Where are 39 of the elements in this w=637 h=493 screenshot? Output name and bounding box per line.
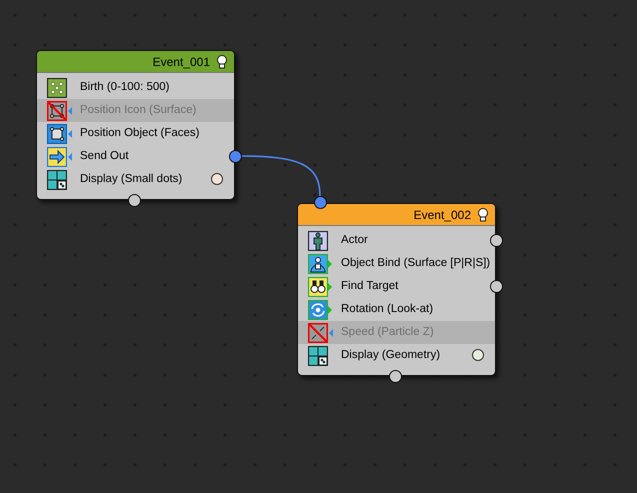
- operator-row[interactable]: Birth (0-100: 500): [37, 76, 234, 99]
- output-port[interactable]: [490, 234, 503, 247]
- input-port[interactable]: [314, 196, 327, 209]
- actor-icon: [308, 230, 328, 250]
- output-port[interactable]: [229, 150, 242, 163]
- operator-row[interactable]: Actor: [298, 229, 488, 252]
- operator-row[interactable]: Rotation (Look-at): [298, 298, 495, 321]
- bottom-port[interactable]: [389, 370, 402, 383]
- node-title: Event_001: [152, 54, 210, 70]
- left-triangle-icon: [328, 328, 333, 338]
- right-triangle-icon: [328, 258, 333, 268]
- right-triangle-icon: [328, 282, 333, 292]
- operator-label: Find Target: [341, 278, 398, 294]
- operator-row[interactable]: Display (Small dots): [37, 168, 234, 191]
- node-title: Event_002: [414, 206, 471, 224]
- light-bulb-icon[interactable]: [216, 54, 228, 68]
- operator-label: Send Out: [80, 148, 129, 164]
- operator-label: Birth (0-100: 500): [80, 80, 170, 95]
- operator-label: Speed (Particle Z): [341, 324, 434, 340]
- operator-label: Rotation (Look-at): [341, 302, 434, 317]
- operator-label: Position Icon (Surface): [80, 102, 196, 118]
- operator-row[interactable]: Position Object (Faces): [37, 122, 234, 145]
- node-canvas[interactable]: [0, 0, 637, 493]
- operator-row[interactable]: Send Out: [37, 145, 227, 168]
- light-bulb-icon[interactable]: [477, 208, 489, 222]
- operator-label: Object Bind (Surface [P|R|S]): [341, 256, 490, 271]
- left-triangle-icon: [67, 106, 72, 116]
- operator-row[interactable]: Display (Geometry): [298, 344, 495, 367]
- left-triangle-icon: [67, 128, 72, 138]
- operator-label: Display (Geometry): [341, 348, 440, 363]
- right-triangle-icon: [328, 304, 333, 314]
- output-port[interactable]: [490, 280, 503, 293]
- operator-label: Position Object (Faces): [80, 126, 200, 141]
- operator-row[interactable]: Find Target: [298, 275, 488, 298]
- operator-label: Actor: [341, 232, 368, 248]
- operator-row[interactable]: Object Bind (Surface [P|R|S]): [298, 252, 495, 275]
- operator-label: Display (Small dots): [80, 172, 182, 187]
- bottom-port[interactable]: [128, 194, 141, 207]
- left-triangle-icon: [67, 152, 72, 162]
